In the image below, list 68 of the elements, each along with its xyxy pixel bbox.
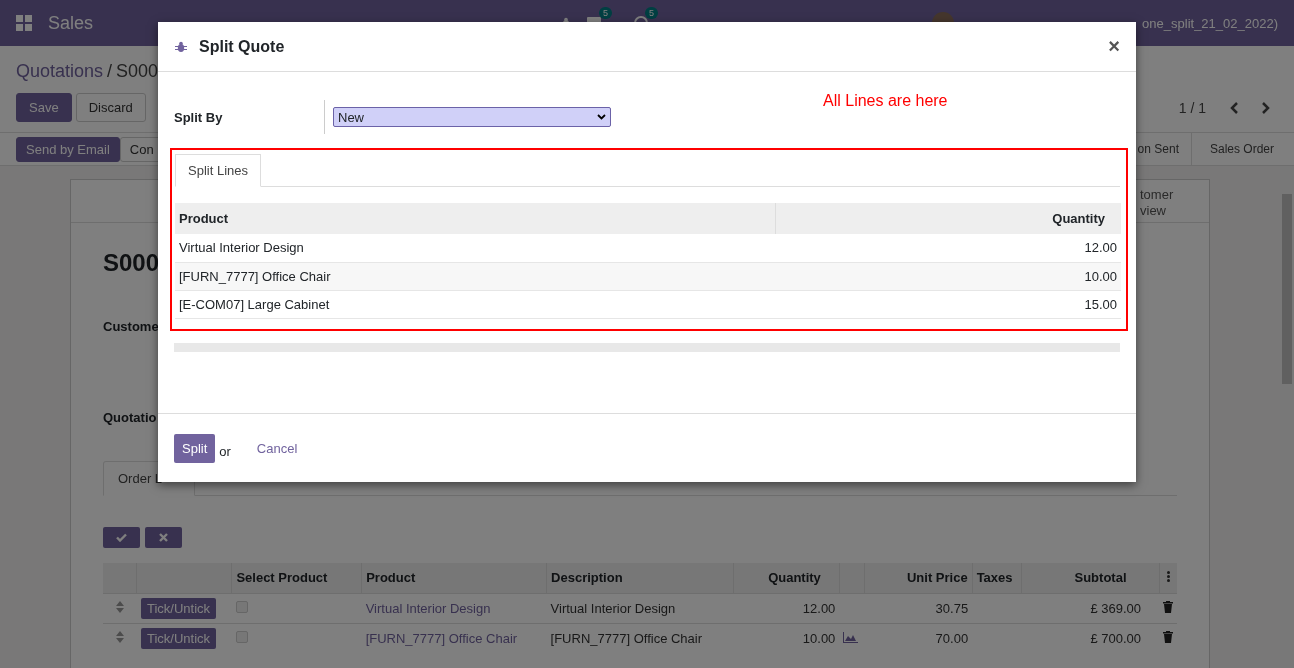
area-chart-icon[interactable]	[843, 631, 859, 643]
table-cell: 10.00	[775, 262, 1121, 290]
table-cell: Virtual Interior Design	[175, 234, 775, 262]
record-title: S000	[103, 249, 160, 278]
check-icon	[116, 533, 127, 542]
caret-icon	[597, 114, 606, 120]
action-button[interactable]: Send by Email	[16, 136, 120, 162]
field-label: Custome	[103, 319, 160, 334]
tab[interactable]: Split Lines	[175, 154, 261, 187]
breadcrumb-link[interactable]: Quotations	[16, 60, 104, 82]
close-icon	[159, 533, 168, 542]
next-icon[interactable]	[1260, 101, 1270, 114]
split-by-select[interactable]: New	[333, 107, 611, 127]
table-cell: 12.00	[733, 593, 840, 623]
table-cell: 30.75	[864, 593, 973, 623]
bug-icon	[175, 40, 187, 53]
table-cell: 10.00	[733, 623, 840, 653]
column-header: Product	[361, 563, 547, 593]
column-header: Description	[546, 563, 734, 593]
column-header: Unit Price	[864, 563, 973, 593]
split-button[interactable]: Split	[174, 433, 216, 463]
drag-handle-icon[interactable]	[115, 630, 124, 643]
column-header: Product	[175, 203, 775, 234]
note-text: All Lines are here	[823, 92, 948, 110]
dialog-title: Split Quote	[199, 37, 285, 56]
apps-menu-icon[interactable]	[16, 15, 32, 31]
checkbox[interactable]	[235, 630, 248, 643]
field-label: Split By	[174, 109, 224, 125]
table-cell: [FURN_7777] Office Chair	[175, 262, 775, 290]
trash-icon[interactable]	[1163, 630, 1173, 643]
table-cell: Virtual Interior Design	[546, 593, 734, 623]
table-cell: [E-COM07] Large Cabinet	[175, 290, 775, 318]
column-header: Subtotal	[1021, 563, 1159, 593]
column-header: Taxes	[972, 563, 1022, 593]
previous-icon[interactable]	[1230, 101, 1240, 114]
table-cell: [FURN_7777] Office Chair	[546, 623, 734, 653]
table-cell: [FURN_7777] Office Chair	[361, 623, 547, 653]
pager-value: 1 / 1	[1178, 99, 1206, 116]
field-label: Quotatio	[103, 410, 158, 425]
clear-button[interactable]	[145, 527, 182, 548]
count-badge: 5	[599, 7, 613, 19]
breadcrumb-separator: /	[107, 60, 113, 82]
breadcrumb-current: S000	[116, 60, 159, 82]
check-button[interactable]	[103, 527, 140, 548]
table-cell: 15.00	[775, 290, 1121, 318]
trash-icon[interactable]	[1163, 600, 1173, 613]
or-text: or	[219, 443, 231, 459]
table-cell: 12.00	[775, 234, 1121, 262]
tick-untick-button[interactable]: Tick/Untick	[140, 597, 216, 619]
drag-handle-icon[interactable]	[115, 600, 124, 613]
checkbox[interactable]	[235, 600, 248, 613]
column-header: Quantity	[775, 203, 1121, 234]
column-header: Quantity	[733, 563, 840, 593]
table-cell: £ 369.00	[1021, 593, 1159, 623]
save-button[interactable]: Save	[16, 93, 72, 122]
status-stage[interactable]: Sales Order	[1190, 132, 1286, 166]
user-menu[interactable]: one_split_21_02_2022)	[1142, 15, 1278, 31]
close-button[interactable]: ×	[1108, 35, 1120, 58]
column-header: Select Product	[231, 563, 362, 593]
table-cell: Virtual Interior Design	[361, 593, 547, 623]
app-name[interactable]: Sales	[48, 12, 94, 34]
table-cell: 70.00	[864, 623, 973, 653]
cancel-link[interactable]: Cancel	[256, 440, 298, 456]
discard-button[interactable]: Discard	[75, 93, 146, 122]
table-cell: £ 700.00	[1021, 623, 1159, 653]
more-options-icon[interactable]	[1166, 571, 1170, 583]
count-badge: 5	[645, 7, 659, 19]
tick-untick-button[interactable]: Tick/Untick	[140, 627, 216, 649]
